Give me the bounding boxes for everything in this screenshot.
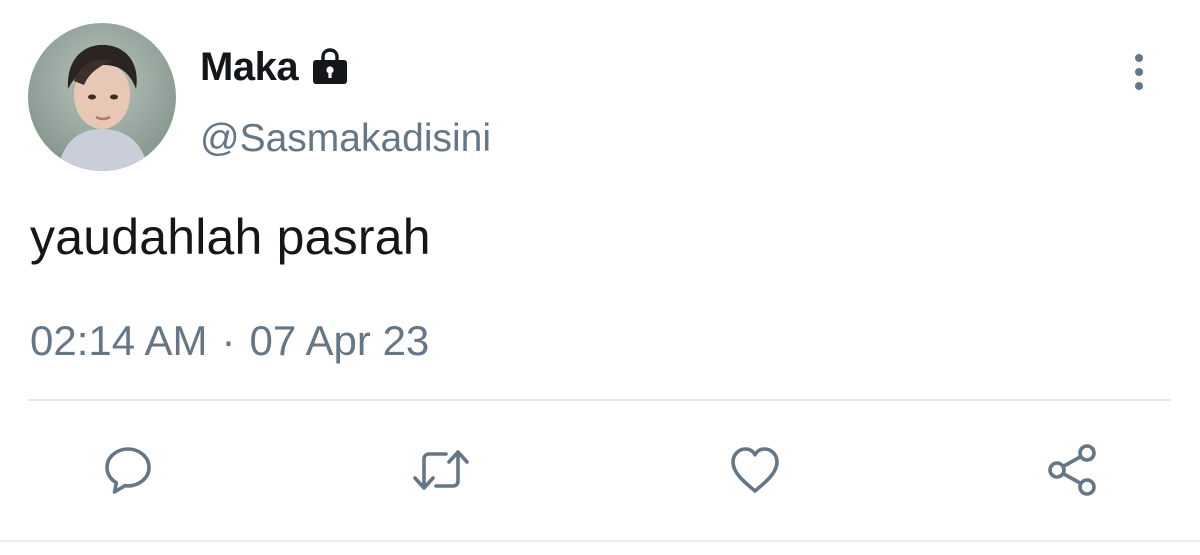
reply-icon (101, 443, 155, 497)
share-icon (1044, 442, 1100, 498)
retweet-button[interactable] (411, 440, 471, 500)
user-handle[interactable]: @Sasmakadisini (200, 117, 491, 161)
like-icon (727, 443, 783, 497)
tweet-text: yaudahlah pasrah (30, 209, 431, 265)
lock-icon (308, 45, 352, 89)
bottom-divider (0, 540, 1200, 542)
reply-button[interactable] (98, 440, 158, 500)
tweet-time: 02:14 AM (30, 317, 208, 364)
tweet-date: 07 Apr 23 (249, 317, 430, 364)
timestamp: 02:14 AM · 07 Apr 23 (30, 317, 429, 365)
like-button[interactable] (725, 440, 785, 500)
divider (28, 399, 1171, 401)
share-button[interactable] (1042, 440, 1102, 500)
more-vertical-icon[interactable] (1124, 50, 1154, 94)
avatar[interactable] (28, 23, 176, 171)
author-row: Maka (200, 44, 352, 90)
timestamp-separator: · (221, 317, 236, 364)
tweet-detail: Maka @Sasmakadisini yaudahlah pasrah 02:… (0, 0, 1200, 555)
display-name[interactable]: Maka (200, 45, 299, 90)
retweet-icon (410, 443, 472, 497)
